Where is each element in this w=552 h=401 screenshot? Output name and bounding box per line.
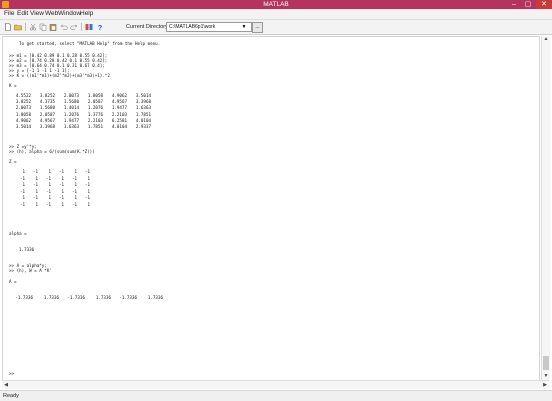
matrix-cell: -1 xyxy=(84,195,90,200)
copy-icon[interactable] xyxy=(39,23,47,31)
matrix-cell: 1.4014 xyxy=(63,105,79,111)
matrix-cell: 3.5014 xyxy=(15,124,31,129)
matrix-cell: 2.2103 xyxy=(111,111,127,117)
matrix-cell: 4.9062 xyxy=(15,117,31,123)
matrix-cell: 1 xyxy=(87,175,90,181)
matrix-cell: 3.5014 xyxy=(135,93,151,98)
matrix-cell: 3.3968 xyxy=(135,99,151,105)
current-directory-label: Current Directory: xyxy=(126,24,170,30)
matrix-cell: 2.0073 xyxy=(15,105,31,111)
matrix-cell: 3.8252 xyxy=(15,99,31,105)
menu-edit[interactable]: Edit xyxy=(17,9,28,19)
scrollbar-thumb[interactable] xyxy=(543,356,549,370)
matrix-cell: 4.9567 xyxy=(111,99,127,105)
chevron-down-icon[interactable]: ▼ xyxy=(240,23,248,31)
simulink-icon[interactable] xyxy=(85,23,93,31)
matrix-cell: 1 xyxy=(87,188,90,194)
open-folder-icon[interactable] xyxy=(14,23,22,31)
scroll-right-icon[interactable]: ▶ xyxy=(541,381,549,389)
command-prompt[interactable]: >> xyxy=(9,371,14,376)
svg-text:?: ? xyxy=(98,25,102,31)
menu-window[interactable]: Window xyxy=(58,9,81,19)
window-title: MATLAB xyxy=(263,1,289,8)
help-icon[interactable]: ? xyxy=(96,23,104,31)
horizontal-scrollbar[interactable]: ◀ ▶ xyxy=(2,380,549,389)
matrix-cell: -1 xyxy=(84,169,90,174)
matrix-cell: 1.8058 xyxy=(87,93,103,98)
matrix-cell: 3.3968 xyxy=(39,124,55,129)
variable-label: K = xyxy=(9,83,17,88)
toolbar: ? Current Directory: C:\MATLAB6p1\work ▼… xyxy=(0,20,552,35)
new-file-icon[interactable] xyxy=(4,23,12,31)
matrix-cell: 4.3735 xyxy=(39,99,55,105)
toolbar-separator xyxy=(25,23,26,31)
vector-cell: -1.7336 xyxy=(67,295,85,300)
cut-icon[interactable] xyxy=(29,23,37,31)
command-line: >> (h), W = A *K' xyxy=(9,268,52,273)
variable-label: alpha = xyxy=(9,231,27,236)
vertical-scrollbar[interactable]: ▲ ▼ xyxy=(541,36,550,380)
vector-cell: -1.7336 xyxy=(119,295,137,300)
paste-icon[interactable] xyxy=(49,23,57,31)
matrix-cell: 1.8058 xyxy=(15,111,31,117)
matrix-cell: 3.8252 xyxy=(39,93,55,98)
menu-bar: File Edit View Web Window Help xyxy=(0,9,552,20)
matrix-cell: 2.0073 xyxy=(63,93,79,98)
scroll-up-icon[interactable]: ▲ xyxy=(542,36,550,43)
matrix-cell: 1.6363 xyxy=(63,124,79,129)
vector-cell: -1.7336 xyxy=(15,295,33,300)
matrix-cell: 1.5680 xyxy=(63,99,79,105)
matrix-cell: 1.7851 xyxy=(87,124,103,129)
command-line: >> (h), alpha = 6/(sum(sum(K.*Z))) xyxy=(9,149,95,154)
matrix-cell: 1.5680 xyxy=(39,105,55,111)
matrix-cell: 1.3776 xyxy=(87,111,103,117)
redo-icon[interactable] xyxy=(70,23,78,31)
matrix-cell: 4.9062 xyxy=(111,93,127,98)
undo-icon[interactable] xyxy=(60,23,68,31)
scroll-left-icon[interactable]: ◀ xyxy=(2,381,10,389)
command-window[interactable]: To get started, select "MATLAB Help" fro… xyxy=(2,36,540,382)
matrix-cell: 1.6363 xyxy=(135,105,151,111)
matrix-cell: 2.2103 xyxy=(87,117,103,123)
vector-cell: 1.7336 xyxy=(43,295,59,300)
matrix-cell: 1.7851 xyxy=(135,111,151,117)
matrix-cell: 1.9477 xyxy=(63,117,79,123)
matrix-cell: 2.9337 xyxy=(135,124,151,129)
variable-label: Z = xyxy=(9,159,17,164)
matrix-cell: 4.9567 xyxy=(39,117,55,123)
command-line: >> K = ((m1'*m1)+(m2'*m2)+(m3'*m3)+1).^2 xyxy=(9,73,110,78)
matrix-cell: 4.0104 xyxy=(135,117,151,123)
status-bar: Ready xyxy=(0,390,552,401)
alpha-value: 1.7336 xyxy=(19,247,35,252)
matrix-cell: 2.0587 xyxy=(39,111,55,117)
matrix-cell: 1.9477 xyxy=(111,105,127,111)
menu-file[interactable]: File xyxy=(4,9,14,19)
title-bar: MATLAB – ▢ ✕ xyxy=(0,0,552,9)
intro-text: To get started, select "MATLAB Help" fro… xyxy=(19,41,161,46)
matrix-cell: 1 xyxy=(87,201,90,207)
matrix-cell: 6.2581 xyxy=(111,117,127,123)
matrix-cell: -1 xyxy=(84,182,90,187)
matrix-cell: 2.0587 xyxy=(87,99,103,105)
browse-directory-button[interactable]: ... xyxy=(252,22,263,33)
matrix-cell: 4.5522 xyxy=(15,93,31,98)
menu-web[interactable]: Web xyxy=(45,9,58,19)
vector-cell: 1.7336 xyxy=(147,295,163,300)
maximize-button[interactable]: ▢ xyxy=(522,0,534,9)
matrix-cell: 1.2076 xyxy=(87,105,103,111)
menu-help[interactable]: Help xyxy=(80,9,93,19)
scroll-down-icon[interactable]: ▼ xyxy=(542,373,550,380)
matrix-cell: 4.0104 xyxy=(111,124,127,129)
vector-cell: 1.7336 xyxy=(95,295,111,300)
close-button[interactable]: ✕ xyxy=(536,0,552,9)
variable-label: A = xyxy=(9,279,17,284)
menu-view[interactable]: View xyxy=(30,9,44,19)
minimize-button[interactable]: – xyxy=(508,0,520,9)
toolbar-separator xyxy=(81,23,82,31)
matrix-cell: 1.2076 xyxy=(63,111,79,117)
